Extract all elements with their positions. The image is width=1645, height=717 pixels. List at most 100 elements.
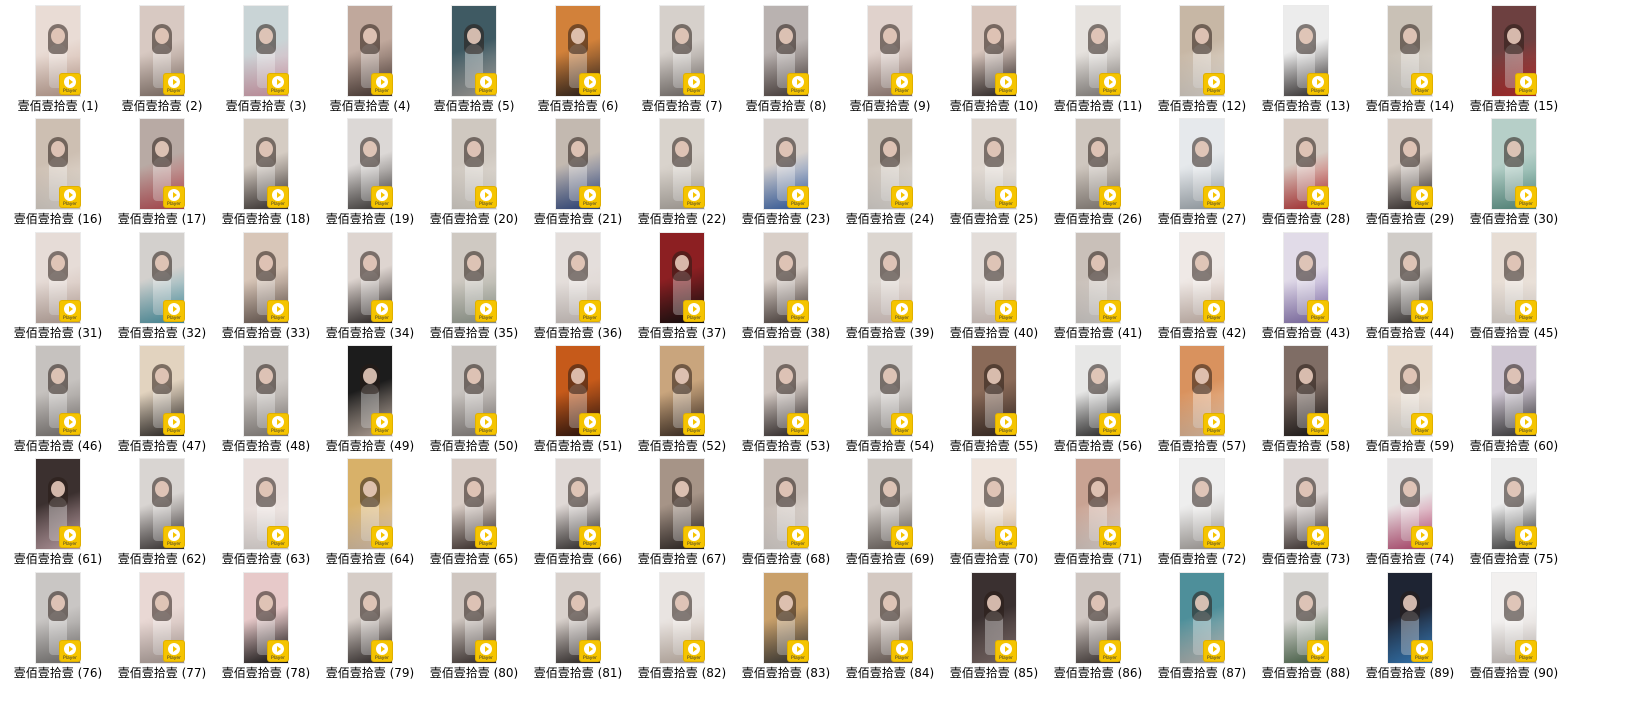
video-file-item[interactable]: Player 壹佰壹拾壹 (45) [1459,227,1569,345]
video-file-item[interactable]: Player 壹佰壹拾壹 (82) [627,567,737,685]
video-file-item[interactable]: Player 壹佰壹拾壹 (35) [419,227,529,345]
video-file-item[interactable]: Player 壹佰壹拾壹 (16) [3,113,113,231]
video-file-item[interactable]: Player 壹佰壹拾壹 (90) [1459,567,1569,685]
video-file-item[interactable]: Player 壹佰壹拾壹 (70) [939,453,1049,571]
video-file-item[interactable]: Player 壹佰壹拾壹 (28) [1251,113,1361,231]
video-file-item[interactable]: Player 壹佰壹拾壹 (12) [1147,0,1257,118]
player-badge-label: Player [1518,428,1533,434]
video-file-item[interactable]: Player 壹佰壹拾壹 (59) [1355,340,1465,458]
video-file-item[interactable]: Player 壹佰壹拾壹 (52) [627,340,737,458]
video-file-item[interactable]: Player 壹佰壹拾壹 (89) [1355,567,1465,685]
video-file-item[interactable]: Player 壹佰壹拾壹 (44) [1355,227,1465,345]
video-file-item[interactable]: Player 壹佰壹拾壹 (57) [1147,340,1257,458]
video-file-item[interactable]: Player 壹佰壹拾壹 (2) [107,0,217,118]
video-file-item[interactable]: Player 壹佰壹拾壹 (69) [835,453,945,571]
video-file-item[interactable]: Player 壹佰壹拾壹 (47) [107,340,217,458]
video-file-item[interactable]: Player 壹佰壹拾壹 (4) [315,0,425,118]
video-file-item[interactable]: Player 壹佰壹拾壹 (79) [315,567,425,685]
video-file-item[interactable]: Player 壹佰壹拾壹 (83) [731,567,841,685]
video-file-item[interactable]: Player 壹佰壹拾壹 (39) [835,227,945,345]
video-file-item[interactable]: Player 壹佰壹拾壹 (84) [835,567,945,685]
video-file-item[interactable]: Player 壹佰壹拾壹 (50) [419,340,529,458]
video-file-item[interactable]: Player 壹佰壹拾壹 (7) [627,0,737,118]
video-file-item[interactable]: Player 壹佰壹拾壹 (17) [107,113,217,231]
video-file-item[interactable]: Player 壹佰壹拾壹 (34) [315,227,425,345]
video-file-item[interactable]: Player 壹佰壹拾壹 (55) [939,340,1049,458]
video-file-item[interactable]: Player 壹佰壹拾壹 (51) [523,340,633,458]
thumbnail-subject-face [1299,481,1313,498]
video-file-item[interactable]: Player 壹佰壹拾壹 (54) [835,340,945,458]
video-file-item[interactable]: Player 壹佰壹拾壹 (61) [3,453,113,571]
video-file-item[interactable]: Player 壹佰壹拾壹 (74) [1355,453,1465,571]
play-icon [272,529,284,542]
video-file-item[interactable]: Player 壹佰壹拾壹 (63) [211,453,321,571]
video-file-item[interactable]: Player 壹佰壹拾壹 (68) [731,453,841,571]
video-file-item[interactable]: Player 壹佰壹拾壹 (1) [3,0,113,118]
video-file-item[interactable]: Player 壹佰壹拾壹 (37) [627,227,737,345]
play-icon [480,189,492,202]
video-file-item[interactable]: Player 壹佰壹拾壹 (40) [939,227,1049,345]
video-file-item[interactable]: Player 壹佰壹拾壹 (64) [315,453,425,571]
video-file-item[interactable]: Player 壹佰壹拾壹 (80) [419,567,529,685]
video-file-item[interactable]: Player 壹佰壹拾壹 (66) [523,453,633,571]
video-file-item[interactable]: Player 壹佰壹拾壹 (15) [1459,0,1569,118]
video-file-item[interactable]: Player 壹佰壹拾壹 (5) [419,0,529,118]
player-badge-label: Player [166,89,181,94]
video-file-item[interactable]: Player 壹佰壹拾壹 (62) [107,453,217,571]
video-file-item[interactable]: Player 壹佰壹拾壹 (86) [1043,567,1153,685]
video-file-item[interactable]: Player 壹佰壹拾壹 (56) [1043,340,1153,458]
thumbnail-subject-face [51,481,65,498]
video-file-item[interactable]: Player 壹佰壹拾壹 (65) [419,453,529,571]
video-file-item[interactable]: Player 壹佰壹拾壹 (49) [315,340,425,458]
video-file-item[interactable]: Player 壹佰壹拾壹 (41) [1043,227,1153,345]
video-file-item[interactable]: Player 壹佰壹拾壹 (24) [835,113,945,231]
video-file-item[interactable]: Player 壹佰壹拾壹 (85) [939,567,1049,685]
video-file-item[interactable]: Player 壹佰壹拾壹 (6) [523,0,633,118]
video-file-item[interactable]: Player 壹佰壹拾壹 (3) [211,0,321,118]
video-file-item[interactable]: Player 壹佰壹拾壹 (27) [1147,113,1257,231]
video-file-item[interactable]: Player 壹佰壹拾壹 (36) [523,227,633,345]
video-file-item[interactable]: Player 壹佰壹拾壹 (43) [1251,227,1361,345]
video-file-item[interactable]: Player 壹佰壹拾壹 (71) [1043,453,1153,571]
video-file-item[interactable]: Player 壹佰壹拾壹 (18) [211,113,321,231]
video-file-item[interactable]: Player 壹佰壹拾壹 (53) [731,340,841,458]
video-file-item[interactable]: Player 壹佰壹拾壹 (14) [1355,0,1465,118]
video-file-item[interactable]: Player 壹佰壹拾壹 (73) [1251,453,1361,571]
video-file-item[interactable]: Player 壹佰壹拾壹 (13) [1251,0,1361,118]
video-file-item[interactable]: Player 壹佰壹拾壹 (33) [211,227,321,345]
video-file-item[interactable]: Player 壹佰壹拾壹 (21) [523,113,633,231]
video-file-item[interactable]: Player 壹佰壹拾壹 (31) [3,227,113,345]
video-file-item[interactable]: Player 壹佰壹拾壹 (67) [627,453,737,571]
video-file-item[interactable]: Player 壹佰壹拾壹 (9) [835,0,945,118]
video-file-item[interactable]: Player 壹佰壹拾壹 (25) [939,113,1049,231]
player-app-badge: Player [60,300,80,321]
video-file-item[interactable]: Player 壹佰壹拾壹 (29) [1355,113,1465,231]
video-file-item[interactable]: Player 壹佰壹拾壹 (19) [315,113,425,231]
video-file-item[interactable]: Player 壹佰壹拾壹 (77) [107,567,217,685]
video-file-item[interactable]: Player 壹佰壹拾壹 (23) [731,113,841,231]
video-file-item[interactable]: Player 壹佰壹拾壹 (48) [211,340,321,458]
play-icon [64,302,76,315]
video-file-item[interactable]: Player 壹佰壹拾壹 (22) [627,113,737,231]
video-file-item[interactable]: Player 壹佰壹拾壹 (20) [419,113,529,231]
video-file-item[interactable]: Player 壹佰壹拾壹 (81) [523,567,633,685]
video-file-item[interactable]: Player 壹佰壹拾壹 (58) [1251,340,1361,458]
video-file-item[interactable]: Player 壹佰壹拾壹 (38) [731,227,841,345]
video-file-item[interactable]: Player 壹佰壹拾壹 (26) [1043,113,1153,231]
video-file-item[interactable]: Player 壹佰壹拾壹 (76) [3,567,113,685]
video-file-item[interactable]: Player 壹佰壹拾壹 (32) [107,227,217,345]
video-file-item[interactable]: Player 壹佰壹拾壹 (72) [1147,453,1257,571]
video-file-item[interactable]: Player 壹佰壹拾壹 (78) [211,567,321,685]
video-file-item[interactable]: Player 壹佰壹拾壹 (8) [731,0,841,118]
video-file-item[interactable]: Player 壹佰壹拾壹 (46) [3,340,113,458]
player-app-badge: Player [580,300,600,321]
video-file-item[interactable]: Player 壹佰壹拾壹 (30) [1459,113,1569,231]
video-file-item[interactable]: Player 壹佰壹拾壹 (88) [1251,567,1361,685]
video-file-item[interactable]: Player 壹佰壹拾壹 (87) [1147,567,1257,685]
video-file-item[interactable]: Player 壹佰壹拾壹 (75) [1459,453,1569,571]
video-file-item[interactable]: Player 壹佰壹拾壹 (11) [1043,0,1153,118]
player-app-badge: Player [1100,640,1120,661]
video-file-item[interactable]: Player 壹佰壹拾壹 (60) [1459,340,1569,458]
video-file-item[interactable]: Player 壹佰壹拾壹 (42) [1147,227,1257,345]
video-file-item[interactable]: Player 壹佰壹拾壹 (10) [939,0,1049,118]
